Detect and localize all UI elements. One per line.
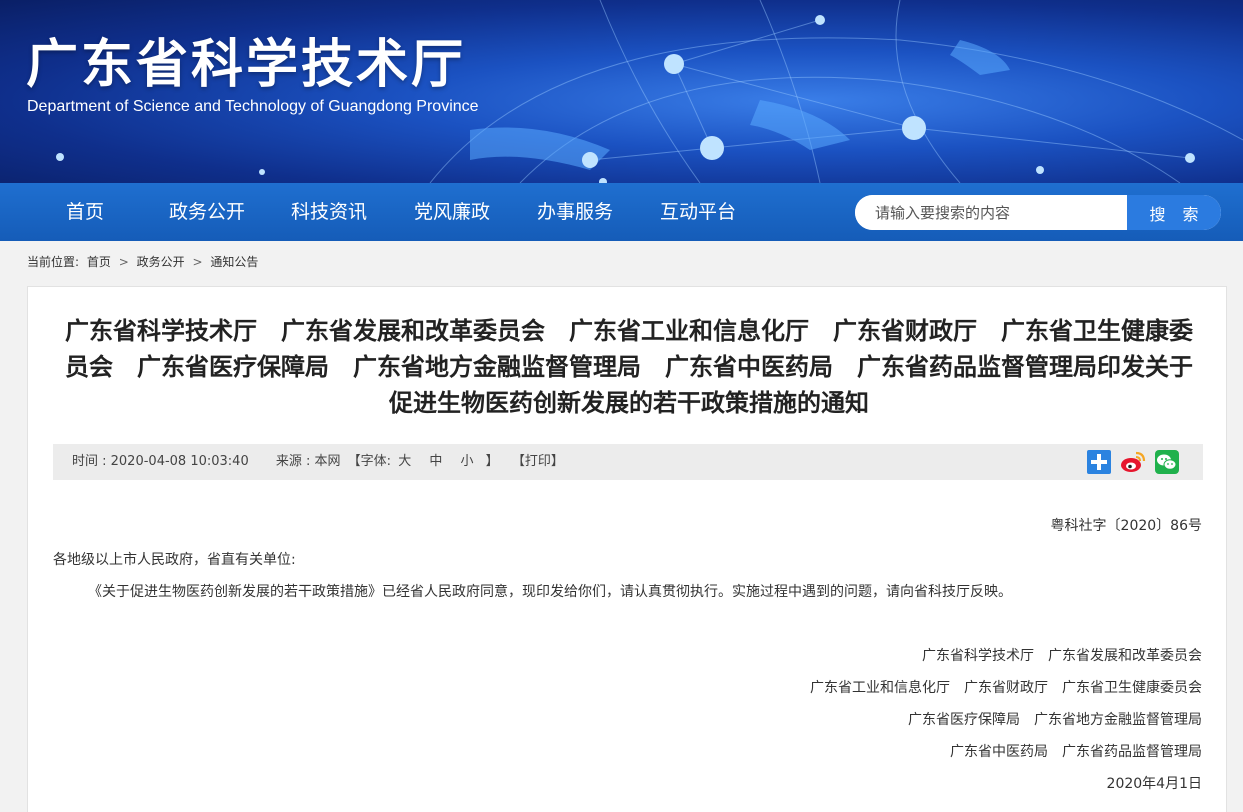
font-size-medium-link[interactable]: 中 <box>429 454 442 469</box>
header-banner: 广东省科学技术厅 Department of Science and Techn… <box>0 0 1243 183</box>
body-paragraph: 《关于促进生物医药创新发展的若干政策措施》已经省人民政府同意，现印发给你们，请认… <box>88 584 1012 600</box>
publish-time: 时间 : 2020-04-08 10:03:40 <box>72 454 249 469</box>
breadcrumb-notices[interactable]: 通知公告 <box>210 255 258 269</box>
search-button[interactable]: 搜 索 <box>1127 195 1221 230</box>
signatory-line: 广东省科学技术厅 广东省发展和改革委员会 <box>922 648 1202 664</box>
font-size-large-link[interactable]: 大 <box>398 454 411 469</box>
search-box: 搜 索 <box>855 195 1221 230</box>
weibo-icon[interactable] <box>1120 449 1146 475</box>
nav-item-home[interactable]: 首页 <box>66 183 104 241</box>
breadcrumb-separator: > <box>118 255 129 269</box>
article-title: 广东省科学技术厅 广东省发展和改革委员会 广东省工业和信息化厅 广东省财政厅 广… <box>65 317 1193 417</box>
article-source: 来源 : 本网 <box>275 454 341 469</box>
document-number: 粤科社字〔2020〕86号 <box>1050 518 1202 534</box>
breadcrumb-government-affairs[interactable]: 政务公开 <box>137 255 185 269</box>
salutation: 各地级以上市人民政府，省直有关单位: <box>53 552 296 568</box>
signatory-line: 广东省医疗保障局 广东省地方金融监督管理局 <box>908 712 1202 728</box>
search-input[interactable] <box>855 195 1127 230</box>
print-link[interactable]: 【打印】 <box>512 454 564 469</box>
site-title: 广东省科学技术厅 <box>26 35 467 95</box>
site-subtitle: Department of Science and Technology of … <box>27 98 479 115</box>
font-size-label: 【字体: <box>347 454 392 469</box>
breadcrumb: 当前位置: 首页 > 政务公开 > 通知公告 <box>27 253 262 270</box>
share-plus-icon[interactable] <box>1086 449 1112 475</box>
font-size-close-bracket: 】 <box>485 454 499 469</box>
nav-item-interaction[interactable]: 互动平台 <box>660 183 736 241</box>
signatory-line: 广东省中医药局 广东省药品监督管理局 <box>950 744 1202 760</box>
wechat-icon[interactable] <box>1154 449 1180 475</box>
nav-item-tech-news[interactable]: 科技资讯 <box>291 183 367 241</box>
nav-item-government-affairs[interactable]: 政务公开 <box>169 183 245 241</box>
article-container: 广东省科学技术厅 广东省发展和改革委员会 广东省工业和信息化厅 广东省财政厅 广… <box>27 286 1227 812</box>
main-nav: 首页 政务公开 科技资讯 党风廉政 办事服务 互动平台 搜 索 <box>0 183 1243 241</box>
breadcrumb-home[interactable]: 首页 <box>87 255 111 269</box>
nav-item-party-integrity[interactable]: 党风廉政 <box>414 183 490 241</box>
breadcrumb-separator: > <box>192 255 203 269</box>
nav-item-services[interactable]: 办事服务 <box>537 183 613 241</box>
signatory-line: 广东省工业和信息化厅 广东省财政厅 广东省卫生健康委员会 <box>810 680 1202 696</box>
issue-date: 2020年4月1日 <box>1106 776 1202 792</box>
font-size-small-link[interactable]: 小 <box>461 454 474 469</box>
breadcrumb-label: 当前位置: <box>27 255 80 269</box>
article-meta-bar: 时间 : 2020-04-08 10:03:40 来源 : 本网 【字体: 大 … <box>53 444 1203 480</box>
